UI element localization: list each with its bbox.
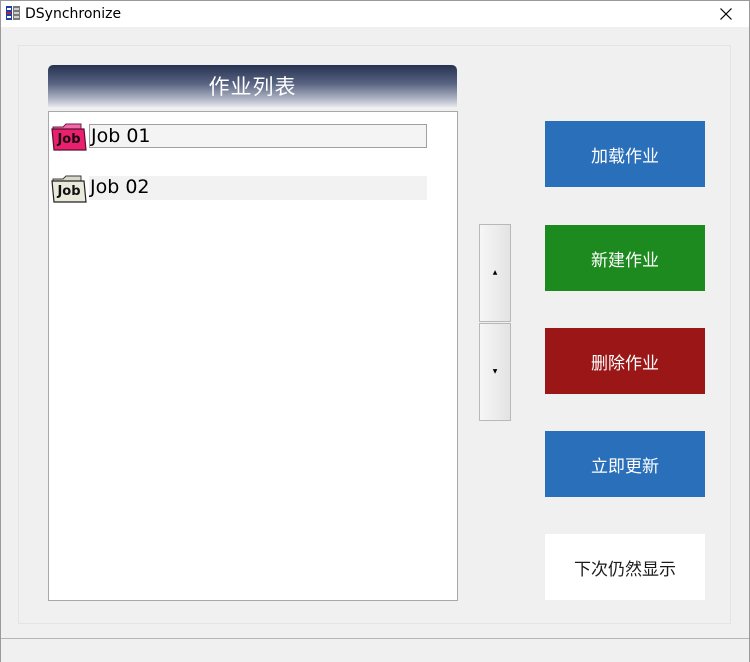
job-folder-gray-icon: Job [51, 175, 87, 203]
status-bar [1, 638, 749, 662]
move-down-button[interactable]: ▼ [479, 323, 511, 421]
close-button[interactable] [703, 1, 749, 27]
app-window: DSynchronize 作业列表 Job Job 01 Job Job 02 … [0, 0, 750, 662]
window-title: DSynchronize [25, 6, 122, 22]
job-list-item-job-01[interactable]: Job Job 01 [51, 122, 431, 151]
arrow-up-icon: ▲ [492, 269, 498, 276]
show-next-time-button[interactable]: 下次仍然显示 [545, 534, 705, 600]
job-list-item-label: Job 01 [89, 124, 427, 148]
reorder-controls: ▲ ▼ [479, 224, 511, 422]
delete-job-button[interactable]: 删除作业 [545, 328, 705, 394]
job-list-item-job-02[interactable]: Job Job 02 [51, 174, 431, 203]
arrow-down-icon: ▼ [492, 368, 498, 375]
app-logo-icon [5, 5, 21, 21]
close-icon [720, 8, 732, 20]
load-job-button[interactable]: 加载作业 [545, 121, 705, 187]
job-list[interactable]: Job Job 01 Job Job 02 [48, 111, 458, 601]
svg-text:Job: Job [56, 132, 80, 147]
svg-text:Job: Job [56, 184, 80, 199]
job-folder-pink-icon: Job [51, 123, 87, 151]
job-list-header: 作业列表 [48, 65, 457, 107]
job-list-item-label: Job 02 [89, 176, 427, 200]
move-up-button[interactable]: ▲ [479, 224, 511, 322]
new-job-button[interactable]: 新建作业 [545, 225, 705, 291]
update-now-button[interactable]: 立即更新 [545, 431, 705, 497]
title-bar: DSynchronize [1, 1, 749, 27]
